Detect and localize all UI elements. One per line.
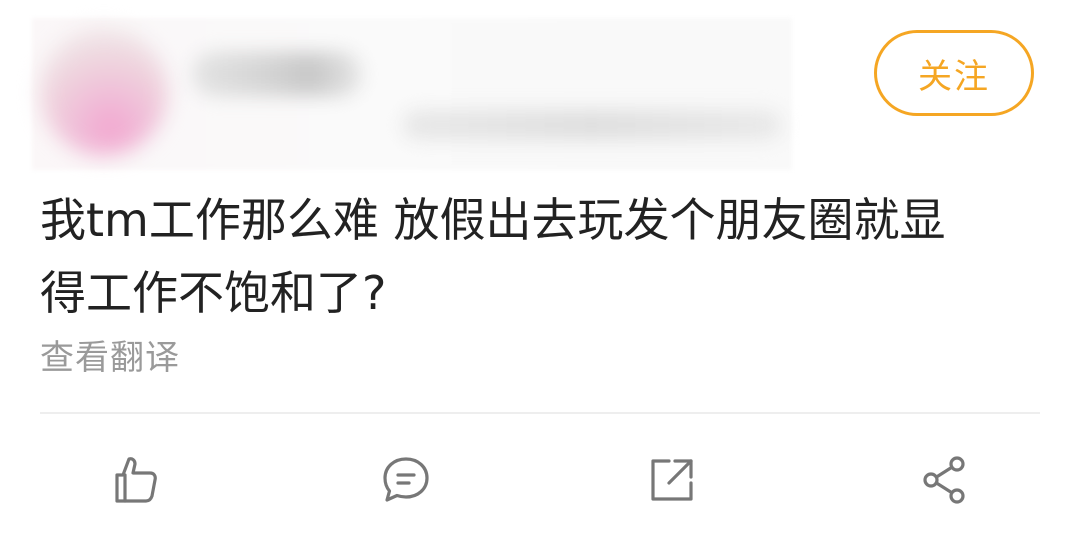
post-header <box>32 18 792 170</box>
repost-button[interactable] <box>642 450 702 510</box>
post-body: 我tm工作那么难 放假出去玩发个朋友圈就显 得工作不饱和了? <box>40 184 1040 330</box>
comment-bubble-icon <box>383 457 429 502</box>
action-bar <box>0 440 1080 530</box>
share-nodes-icon <box>923 456 965 504</box>
post-card: 关注 我tm工作那么难 放假出去玩发个朋友圈就显 得工作不饱和了? 查看翻译 <box>0 0 1080 547</box>
share-button[interactable] <box>914 450 974 510</box>
avatar[interactable] <box>40 28 168 156</box>
comment-button[interactable] <box>376 450 436 510</box>
divider <box>40 412 1040 414</box>
like-button[interactable] <box>106 450 166 510</box>
view-translation-link[interactable]: 查看翻译 <box>40 330 180 379</box>
external-share-icon <box>651 459 693 501</box>
post-text-line-1: 我tm工作那么难 放假出去玩发个朋友圈就显 <box>40 193 946 247</box>
follow-button[interactable]: 关注 <box>874 30 1034 116</box>
post-meta-redacted <box>402 110 782 140</box>
post-text-line-2: 得工作不饱和了? <box>40 266 387 320</box>
thumbs-up-icon <box>115 457 157 503</box>
username-redacted[interactable] <box>192 52 362 96</box>
